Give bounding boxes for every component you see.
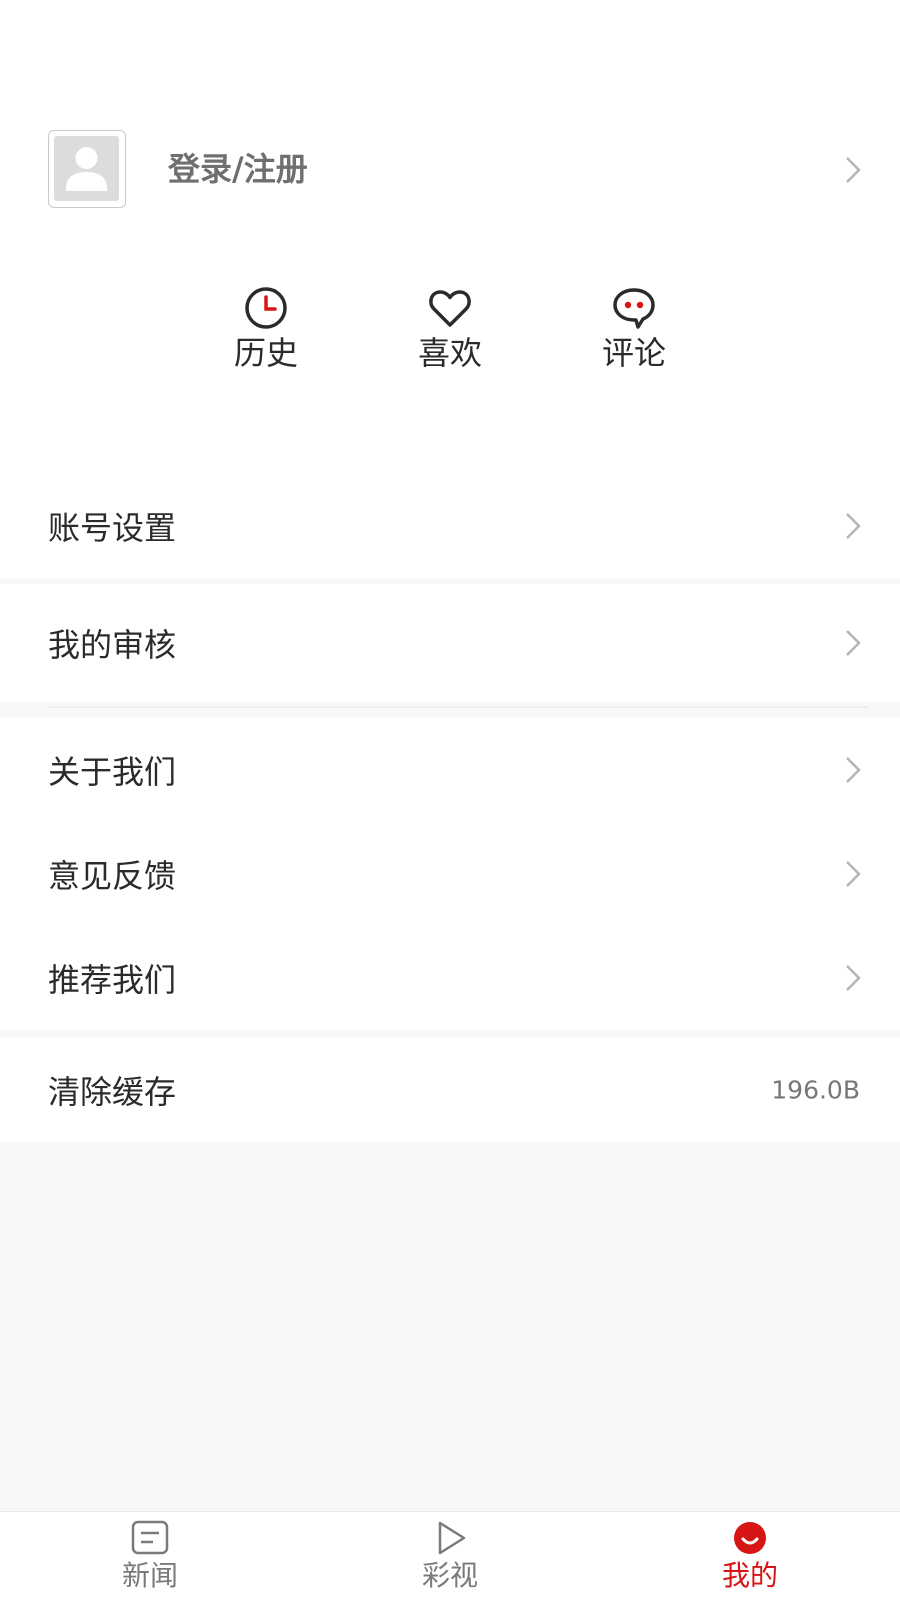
tab-news-label: 新闻	[121, 1559, 178, 1592]
heart-icon	[427, 285, 473, 331]
account-settings-label: 账号设置	[48, 509, 177, 547]
comments-button[interactable]: 评论	[574, 285, 694, 385]
chevron-right-icon	[842, 510, 864, 542]
likes-button[interactable]: 喜欢	[390, 285, 510, 385]
chevron-right-icon	[842, 858, 864, 890]
history-button[interactable]: 历史	[206, 285, 326, 385]
feedback-label: 意见反馈	[48, 857, 177, 895]
about-us-label: 关于我们	[48, 753, 177, 791]
divider	[48, 706, 868, 708]
chevron-right-icon	[842, 754, 864, 786]
profile-header: 登录/注册 历史 喜欢 评论	[0, 0, 900, 474]
my-review-label: 我的审核	[48, 626, 177, 664]
login-register-link[interactable]: 登录/注册	[168, 144, 308, 194]
cache-size-value: 196.0B	[771, 1075, 860, 1105]
clear-cache-label: 清除缓存	[48, 1073, 177, 1111]
chevron-right-icon[interactable]	[842, 154, 864, 186]
tab-news[interactable]: 新闻	[90, 1512, 210, 1601]
chevron-right-icon	[842, 627, 864, 659]
tab-mine[interactable]: 我的	[690, 1512, 810, 1601]
about-us-row[interactable]: 关于我们	[0, 718, 900, 822]
tab-video-label: 彩视	[421, 1559, 478, 1592]
play-icon	[430, 1520, 470, 1556]
comment-icon	[611, 285, 657, 331]
default-avatar-icon	[54, 136, 119, 201]
history-label: 历史	[233, 334, 298, 372]
clock-icon	[243, 285, 289, 331]
recommend-us-label: 推荐我们	[48, 961, 177, 999]
smile-icon	[730, 1520, 770, 1556]
news-icon	[130, 1520, 170, 1556]
tab-mine-label: 我的	[721, 1559, 778, 1592]
tab-video[interactable]: 彩视	[390, 1512, 510, 1601]
my-review-row[interactable]: 我的审核	[0, 584, 900, 702]
feedback-row[interactable]: 意见反馈	[0, 822, 900, 926]
recommend-us-row[interactable]: 推荐我们	[0, 926, 900, 1030]
clear-cache-row[interactable]: 清除缓存 196.0B	[0, 1038, 900, 1142]
likes-label: 喜欢	[417, 334, 482, 372]
comments-label: 评论	[601, 334, 666, 372]
bottom-tab-bar: 新闻 彩视 我的	[0, 1511, 900, 1601]
avatar[interactable]	[48, 130, 126, 208]
account-settings-row[interactable]: 账号设置	[0, 474, 900, 578]
chevron-right-icon	[842, 962, 864, 994]
